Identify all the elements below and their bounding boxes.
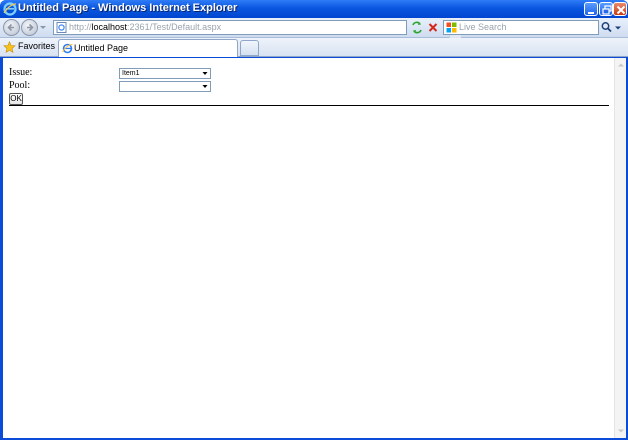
back-button[interactable] [3,19,20,36]
page-content: Issue: Item1 Pool: OK [3,58,614,438]
new-tab-button[interactable] [240,40,259,56]
issue-dropdown[interactable]: Item1 [119,68,211,79]
forward-arrow-icon [27,23,34,32]
browser-window: Untitled Page - Windows Internet Explore… [0,0,628,440]
issue-selected-value: Item1 [122,70,140,77]
search-placeholder: Live Search [459,22,507,32]
close-button[interactable] [613,2,627,16]
favorites-label: Favorites [18,41,56,51]
tab-label: Untitled Page [74,43,129,53]
magnifier-icon[interactable] [600,20,613,35]
scroll-down-icon[interactable] [616,426,626,436]
live-search-icon [446,22,457,33]
ie-logo-icon [3,2,17,16]
chevron-down-icon [202,85,208,88]
address-field[interactable]: http://localhost:2361/Test/Default.aspx [53,20,461,38]
issue-label: Issue: [9,67,33,78]
minimize-button[interactable] [584,2,598,16]
search-input[interactable]: Live Search [443,20,599,35]
address-url: http://localhost:2361/Test/Default.aspx [69,22,221,32]
star-icon [3,41,16,54]
close-icon [616,5,626,15]
tab-untitled-page[interactable]: Untitled Page [58,39,238,57]
window-title: Untitled Page - Windows Internet Explore… [18,2,238,14]
url-path: :2361/Test/Default.aspx [127,22,222,32]
address-toolbar: http://localhost:2361/Test/Default.aspx [0,18,628,38]
url-host: localhost [91,22,128,32]
ie-page-icon [62,43,73,54]
tab-bar: Favorites Untitled Page [0,38,628,57]
scroll-up-icon[interactable] [616,60,626,70]
back-arrow-icon [7,23,14,32]
stop-icon[interactable] [426,20,440,35]
pool-label: Pool: [9,80,31,91]
refresh-icon[interactable] [410,20,424,35]
chevron-down-icon[interactable] [39,23,47,32]
maximize-button[interactable] [599,2,613,16]
minimize-icon [588,12,594,14]
ok-button[interactable]: OK [9,93,23,105]
page-icon [56,22,67,33]
title-bar[interactable]: Untitled Page - Windows Internet Explore… [0,0,628,18]
maximize-icon [602,5,612,15]
chevron-down-icon[interactable] [614,24,622,32]
favorites-button[interactable]: Favorites [3,40,55,55]
forward-button[interactable] [21,19,38,36]
horizontal-rule [9,105,609,106]
pool-dropdown[interactable] [119,81,211,92]
chevron-down-icon [202,72,208,75]
vertical-scrollbar[interactable] [614,58,626,438]
url-prefix: http:// [69,22,92,32]
